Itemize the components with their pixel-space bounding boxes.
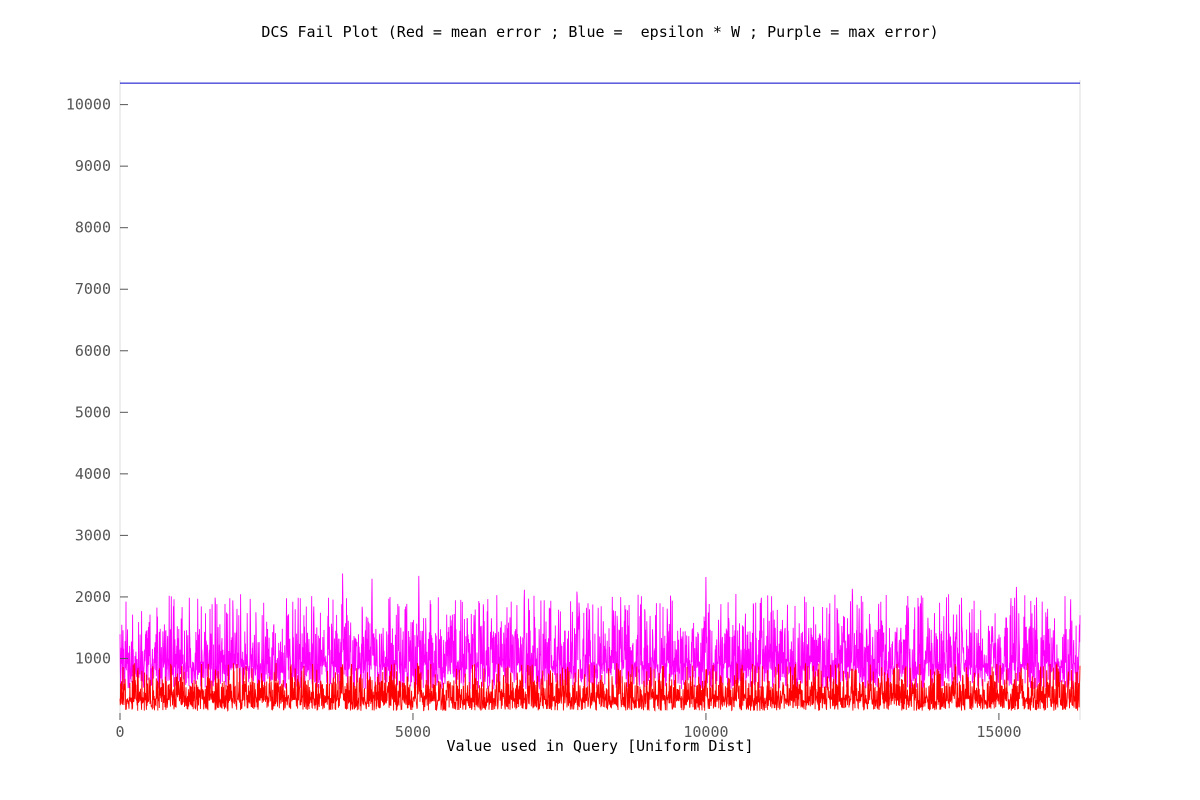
x-tick-label: 0 (115, 723, 124, 741)
y-tick-label: 9000 (75, 157, 111, 175)
x-tick-label: 5000 (395, 723, 431, 741)
y-tick-label: 5000 (75, 403, 111, 421)
y-tick-label: 4000 (75, 465, 111, 483)
y-tick-label: 3000 (75, 526, 111, 544)
y-tick-label: 1000 (75, 649, 111, 667)
chart-title: DCS Fail Plot (Red = mean error ; Blue =… (261, 23, 938, 41)
series-line-max-error (119, 573, 1081, 690)
plot-area (119, 80, 1081, 720)
chart: DCS Fail Plot (Red = mean error ; Blue =… (66, 23, 1081, 755)
x-axis-label: Value used in Query [Uniform Dist] (446, 737, 753, 755)
x-tick-label: 15000 (976, 723, 1021, 741)
y-tick-label: 2000 (75, 588, 111, 606)
y-tick-label: 6000 (75, 342, 111, 360)
series-layer (119, 82, 1081, 712)
y-tick-label: 10000 (66, 96, 111, 114)
y-tick-label: 8000 (75, 219, 111, 237)
y-tick-label: 7000 (75, 280, 111, 298)
y-axis: 1000 2000 3000 4000 5000 6000 7000 8000 9000 1000… (66, 96, 128, 667)
